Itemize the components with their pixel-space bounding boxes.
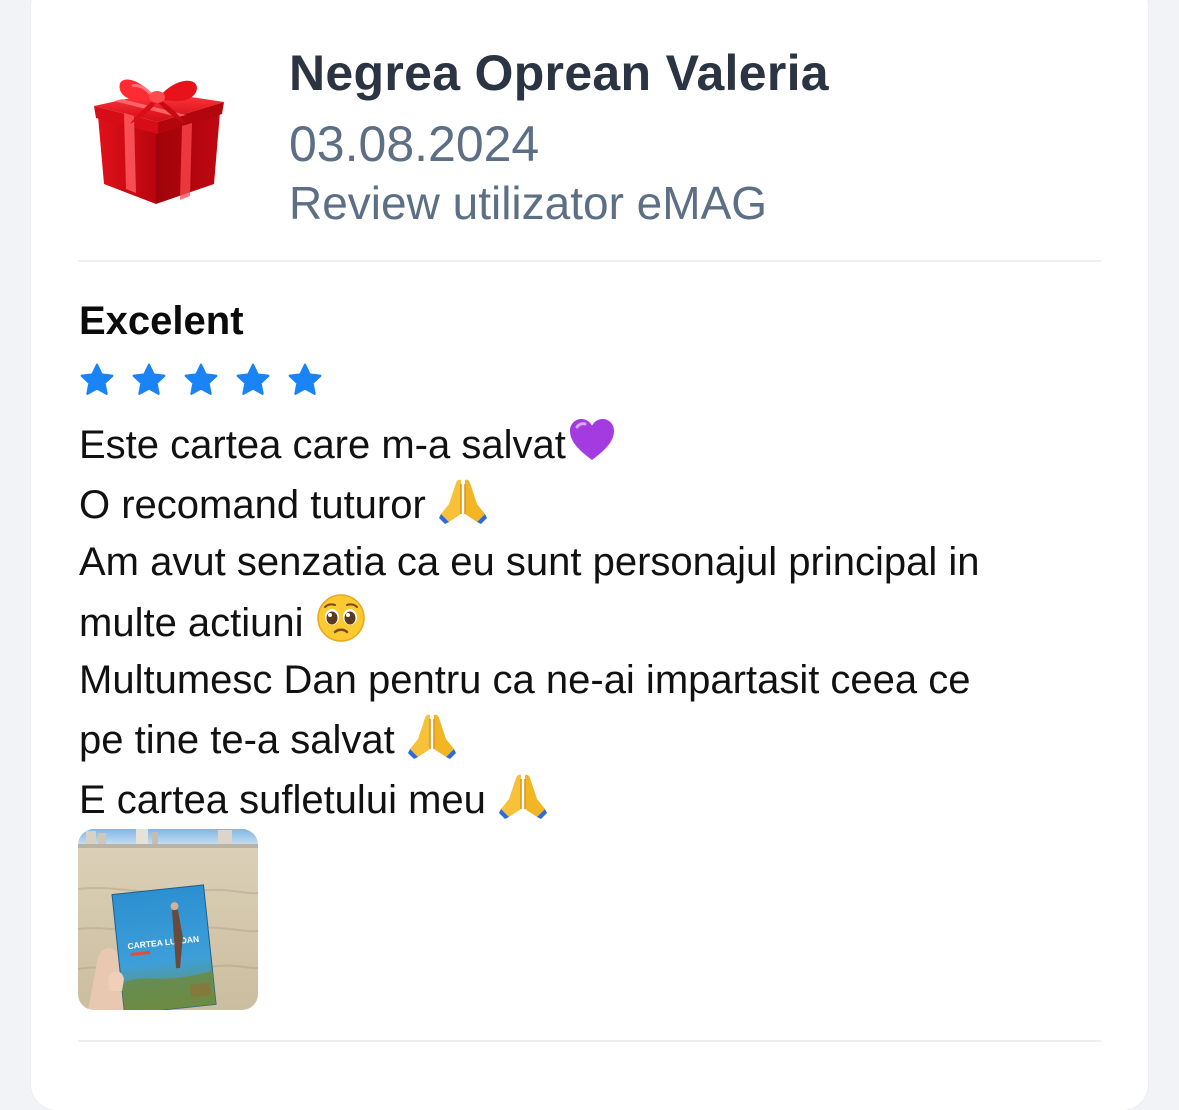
star-icon	[288, 363, 322, 395]
review-author-name: Negrea Oprean Valeria	[289, 45, 829, 101]
header-divider	[78, 260, 1101, 262]
review-date: 03.08.2024	[289, 116, 540, 172]
pleading-face-icon	[315, 592, 367, 644]
review-line-5: Multumesc Dan pentru ca ne-ai impartasit…	[79, 657, 971, 702]
purple-heart-icon	[566, 414, 618, 466]
folded-hands-icon	[406, 709, 458, 761]
star-icon	[184, 363, 218, 395]
star-icon	[236, 363, 270, 395]
star-icon	[132, 363, 166, 395]
review-line-3: Am avut senzatia ca eu sunt personajul p…	[79, 540, 980, 585]
gift-box-icon	[86, 66, 232, 212]
review-title: Excelent	[79, 299, 244, 343]
review-line-4: multe actiuni	[79, 592, 1109, 652]
folded-hands-icon	[437, 474, 489, 526]
review-body: Este cartea care m-a salvat O recomand t…	[79, 414, 1109, 829]
footer-divider	[78, 1040, 1101, 1042]
review-line-2: O recomand tuturor	[79, 474, 1109, 534]
review-source-label: Review utilizator eMAG	[289, 177, 768, 229]
review-line-7: E cartea sufletului meu	[79, 769, 1109, 829]
review-line-6: pe tine te-a salvat	[79, 709, 1109, 769]
review-photo-thumbnail[interactable]: CARTEA LUI DAN	[78, 829, 258, 1010]
star-rating	[79, 362, 323, 398]
star-icon	[80, 363, 114, 395]
folded-hands-icon	[497, 769, 549, 821]
review-line-1: Este cartea care m-a salvat	[79, 414, 1109, 474]
